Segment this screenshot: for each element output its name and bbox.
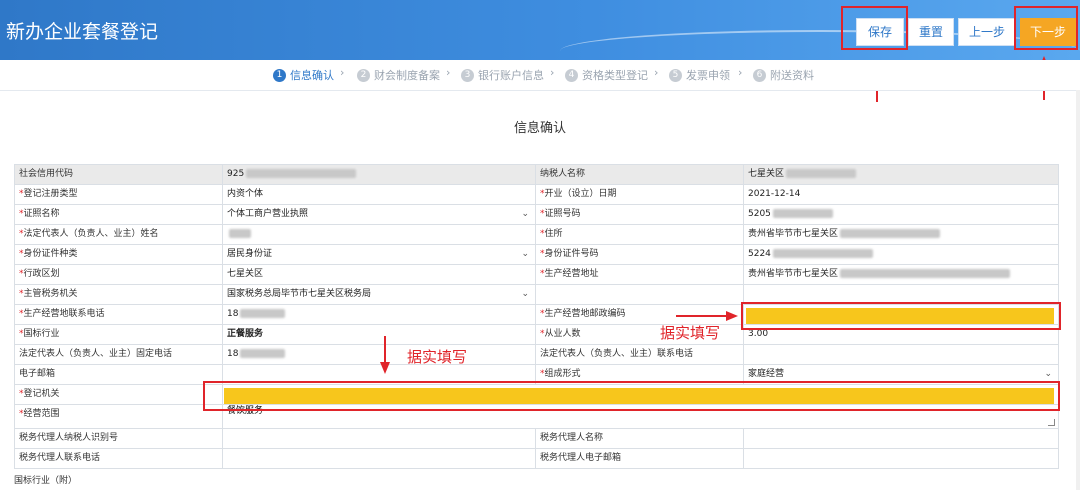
- field-label: *经营范围: [15, 405, 223, 429]
- redacted-mask: [229, 229, 251, 238]
- scrollbar[interactable]: [1076, 90, 1080, 490]
- field-label: *国标行业: [15, 325, 223, 345]
- arrow-head-reg-authority: [380, 362, 390, 374]
- resize-handle-icon[interactable]: [1048, 419, 1055, 426]
- cert-name-select[interactable]: 个体工商户营业执照 ⌄: [223, 205, 536, 225]
- field-label: *主管税务机关: [15, 285, 223, 305]
- field-label: *法定代表人（负责人、业主）姓名: [15, 225, 223, 245]
- address-value: 贵州省毕节市七星关区: [744, 225, 1059, 245]
- redacted-mask: [786, 169, 857, 178]
- reset-button[interactable]: 重置: [908, 18, 954, 46]
- field-label: *证照号码: [536, 205, 744, 225]
- chevron-right-icon: ›: [550, 66, 555, 79]
- field-label: 法定代表人（负责人、业主）固定电话: [15, 345, 223, 365]
- table-row: 税务代理人纳税人识别号 税务代理人名称: [15, 429, 1059, 449]
- empty-cell: [536, 285, 744, 305]
- open-date-value: 2021-12-14: [744, 185, 1059, 205]
- save-highlight-box: [841, 6, 908, 50]
- page-title: 新办企业套餐登记: [6, 21, 159, 43]
- redacted-mask: [772, 249, 873, 258]
- reg-type-value: 内资个体: [223, 185, 536, 205]
- agent-email-input[interactable]: [744, 449, 1059, 469]
- id-no-value: 5224: [744, 245, 1059, 265]
- credit-code-value: 925: [223, 165, 536, 185]
- field-label: 社会信用代码: [15, 165, 223, 185]
- section-title: 信息确认: [513, 121, 566, 136]
- field-label: *身份证件种类: [15, 245, 223, 265]
- next-highlight-box: [1014, 6, 1078, 50]
- legal-name-value: [223, 225, 536, 245]
- agent-id-input[interactable]: [223, 429, 536, 449]
- table-row: *证照名称 个体工商户营业执照 ⌄ *证照号码 5205: [15, 205, 1059, 225]
- field-label: 电子邮箱: [15, 365, 223, 385]
- agent-name-input[interactable]: [744, 429, 1059, 449]
- taxpayer-name-value: 七星关区: [744, 165, 1059, 185]
- redacted-mask: [840, 229, 941, 238]
- redacted-mask: [240, 349, 286, 358]
- legal-contact-phone-input[interactable]: [744, 345, 1059, 365]
- chevron-right-icon: ›: [654, 66, 659, 79]
- field-label: 税务代理人联系电话: [15, 449, 223, 469]
- redacted-mask: [840, 269, 1011, 278]
- redacted-mask: [246, 169, 357, 178]
- field-label: *开业（设立）日期: [536, 185, 744, 205]
- postcode-highlight-box: [741, 302, 1061, 330]
- cert-no-value: 5205: [744, 205, 1059, 225]
- redacted-mask: [772, 209, 833, 218]
- field-label: 税务代理人纳税人识别号: [15, 429, 223, 449]
- agent-phone-input[interactable]: [223, 449, 536, 469]
- chevron-right-icon: ›: [738, 66, 743, 79]
- table-row: 社会信用代码 925 纳税人名称 七星关区: [15, 165, 1059, 185]
- step-4[interactable]: 4 资格类型登记: [565, 67, 648, 83]
- step-5[interactable]: 5 发票申领: [669, 67, 730, 83]
- field-label: 法定代表人（负责人、业主）联系电话: [536, 345, 744, 365]
- tax-office-select[interactable]: 国家税务总局毕节市七星关区税务局 ⌄: [223, 285, 536, 305]
- arrow-head-postcode: [726, 311, 738, 321]
- field-label: 纳税人名称: [536, 165, 744, 185]
- reg-authority-highlight-box: [203, 381, 1060, 411]
- industry-value[interactable]: 正餐服务: [223, 325, 536, 345]
- field-label: *行政区划: [15, 265, 223, 285]
- step-2[interactable]: 2 财会制度备案: [357, 67, 440, 83]
- table-row: 法定代表人（负责人、业主）固定电话 18 法定代表人（负责人、业主）联系电话: [15, 345, 1059, 365]
- chevron-right-icon: ›: [340, 66, 345, 79]
- biz-address-value: 贵州省毕节市七星关区: [744, 265, 1059, 285]
- step-progress-bar: 1 信息确认 › 2 财会制度备案 › 3 银行账户信息 › 4 资格类型登记 › 5发…: [0, 60, 1080, 91]
- annotation-fill-postcode: 据实填写: [660, 324, 721, 342]
- field-label: *证照名称: [15, 205, 223, 225]
- chevron-down-icon: ⌄: [521, 209, 529, 219]
- field-label: *住所: [536, 225, 744, 245]
- table-row: *登记注册类型 内资个体 *开业（设立）日期 2021-12-14: [15, 185, 1059, 205]
- prev-step-button[interactable]: 上一步: [958, 18, 1016, 46]
- annotation-fill-reg-authority: 据实填写: [407, 348, 468, 366]
- field-label: 税务代理人电子邮箱: [536, 449, 744, 469]
- step-1[interactable]: 1 信息确认: [273, 67, 334, 83]
- chevron-down-icon: ⌄: [521, 249, 529, 259]
- table-row: *法定代表人（负责人、业主）姓名 *住所 贵州省毕节市七星关区: [15, 225, 1059, 245]
- bottom-section-label: 国标行业（附）: [14, 476, 78, 486]
- biz-phone-value: 18: [223, 305, 536, 325]
- field-label: *身份证件号码: [536, 245, 744, 265]
- field-label: *生产经营地址: [536, 265, 744, 285]
- table-row: *行政区划 七星关区 *生产经营地址 贵州省毕节市七星关区: [15, 265, 1059, 285]
- table-row: *身份证件种类 居民身份证 ⌄ *身份证件号码 5224: [15, 245, 1059, 265]
- arrow-to-reg-authority: [384, 336, 386, 364]
- admin-area-value: 七星关区: [223, 265, 536, 285]
- header-bar: 新办企业套餐登记 保存 重置 上一步 下一步: [0, 0, 1080, 60]
- field-label: *登记注册类型: [15, 185, 223, 205]
- table-row: 税务代理人联系电话 税务代理人电子邮箱: [15, 449, 1059, 469]
- redacted-mask: [240, 309, 286, 318]
- step-6[interactable]: 6 附送资料: [753, 67, 814, 83]
- id-type-select[interactable]: 居民身份证 ⌄: [223, 245, 536, 265]
- step-3[interactable]: 3 银行账户信息: [461, 67, 544, 83]
- chevron-down-icon: ⌄: [521, 289, 529, 299]
- field-label: *登记机关: [15, 385, 223, 405]
- field-label: 税务代理人名称: [536, 429, 744, 449]
- chevron-right-icon: ›: [446, 66, 451, 79]
- arrow-to-postcode: [676, 315, 728, 317]
- field-label: *生产经营地联系电话: [15, 305, 223, 325]
